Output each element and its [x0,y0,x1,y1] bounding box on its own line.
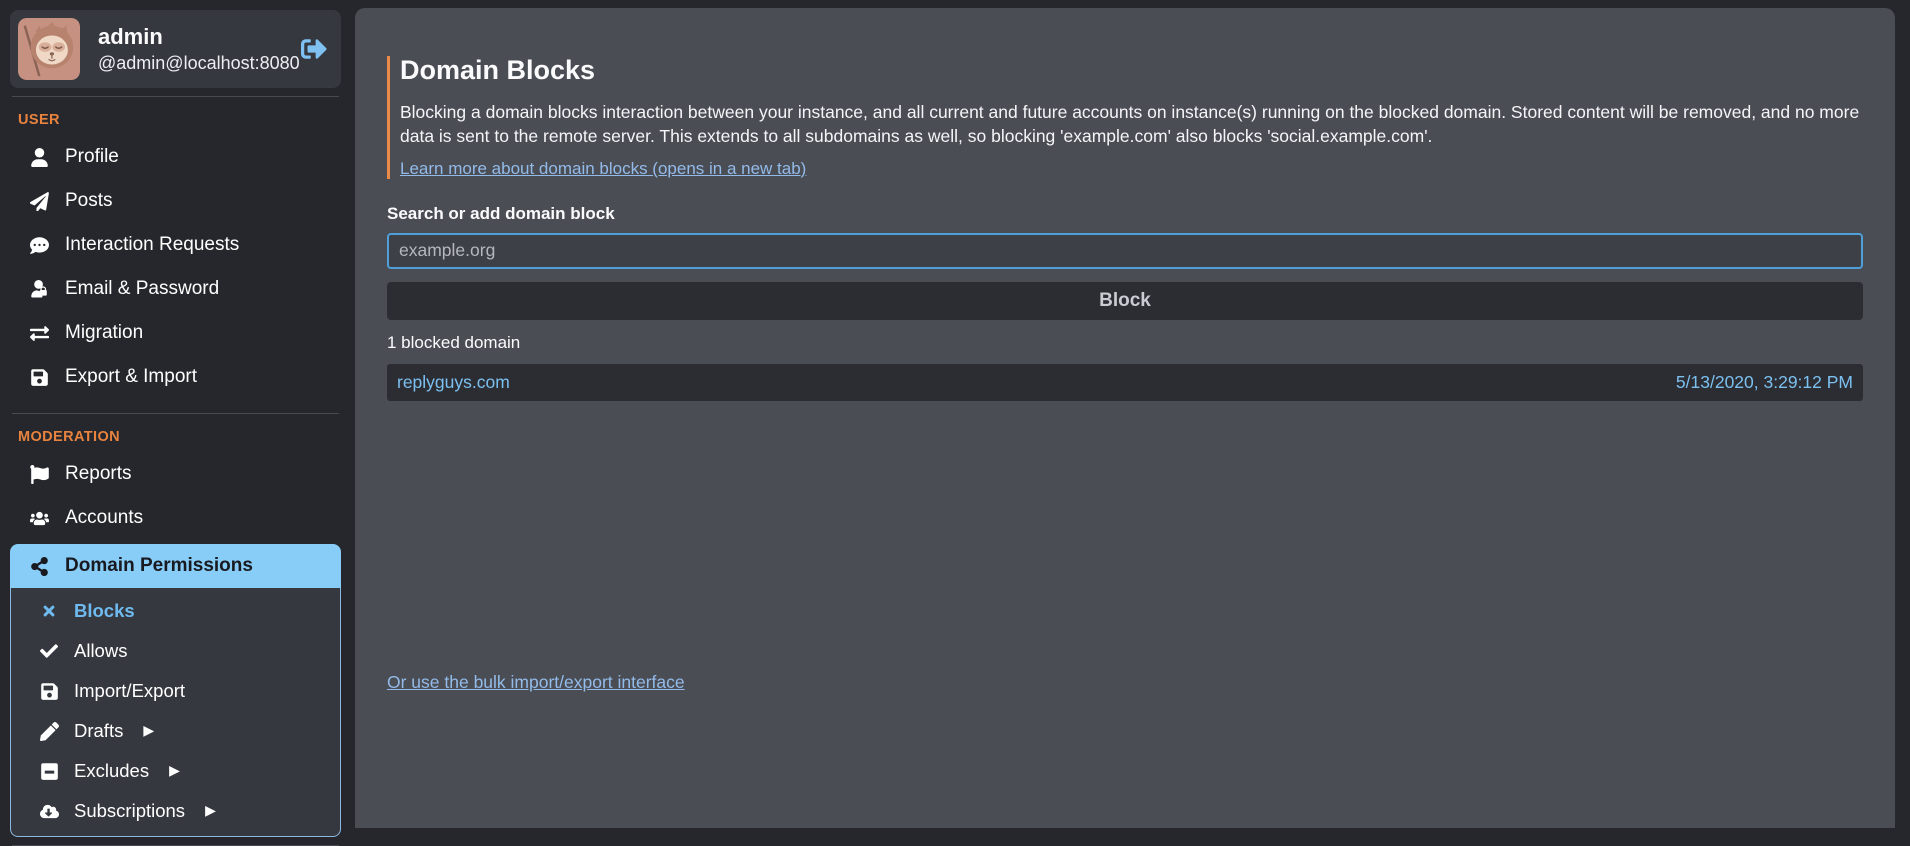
expand-arrow-icon: ▶ [169,763,180,779]
page-title: Domain Blocks [400,56,1863,86]
sidebar-item-label: Migration [65,322,143,344]
user-icon [28,147,50,167]
floppy-disk-icon [38,681,60,701]
sidebar-subitem-label: Blocks [74,600,135,622]
floppy-disk-icon [28,367,50,387]
blocked-domain-name[interactable]: replyguys.com [397,372,510,393]
settings-sidebar: admin @admin@localhost:8080 USER Profile… [0,0,355,828]
user-info: admin @admin@localhost:8080 [98,24,283,74]
bulk-link-wrap: Or use the bulk import/export interface [387,672,685,693]
logout-button[interactable] [301,36,327,62]
check-icon [38,641,60,661]
domain-blocks-panel: Domain Blocks Blocking a domain blocks i… [355,8,1895,828]
sidebar-subitem-subscriptions[interactable]: Subscriptions ▶ [11,791,340,831]
sidebar-item-accounts[interactable]: Accounts [10,496,341,540]
blocked-domain-row[interactable]: replyguys.com 5/13/2020, 3:29:12 PM [387,364,1863,401]
sidebar-item-label: Profile [65,146,119,168]
sidebar-item-posts[interactable]: Posts [10,179,341,223]
user-name: admin [98,24,283,50]
sidebar-subitem-label: Allows [74,640,127,662]
pencil-icon [38,721,60,741]
sidebar-subitem-import-export[interactable]: Import/Export [11,671,340,711]
sidebar-item-label: Export & Import [65,366,197,388]
sidebar-item-profile[interactable]: Profile [10,135,341,179]
sloth-avatar-image [18,18,80,80]
sidebar-subitem-label: Import/Export [74,680,185,702]
sidebar-item-domain-permissions[interactable]: Domain Permissions [10,544,341,588]
learn-more-link[interactable]: Learn more about domain blocks (opens in… [400,159,806,178]
block-button[interactable]: Block [387,282,1863,320]
cloud-download-icon [38,801,60,821]
divider [12,413,339,414]
sidebar-item-label: Reports [65,463,132,485]
sidebar-item-migration[interactable]: Migration [10,311,341,355]
user-lock-icon [28,279,50,299]
sidebar-subitem-label: Drafts [74,720,123,742]
page-description: Blocking a domain blocks interaction bet… [400,100,1863,148]
avatar [18,18,80,80]
sidebar-item-label: Domain Permissions [65,555,253,577]
domain-permissions-submenu: Blocks Allows Import/Export Drafts ▶ [10,588,341,837]
sidebar-item-label: Email & Password [65,278,219,300]
sidebar-subitem-drafts[interactable]: Drafts ▶ [11,711,340,751]
user-handle: @admin@localhost:8080 [98,53,283,74]
sidebar-subitem-label: Subscriptions [74,800,185,822]
sidebar-item-interaction-requests[interactable]: Interaction Requests [10,223,341,267]
comment-dots-icon [28,235,50,255]
section-header-moderation: MODERATION [18,429,341,445]
sidebar-item-reports[interactable]: Reports [10,452,341,496]
search-label: Search or add domain block [387,204,1863,224]
expand-arrow-icon: ▶ [205,803,216,819]
domain-search-input[interactable] [387,233,1863,269]
sidebar-item-label: Interaction Requests [65,234,239,256]
sidebar-subitem-blocks[interactable]: Blocks [11,591,340,631]
sidebar-subitem-allows[interactable]: Allows [11,631,340,671]
section-header-user: USER [18,112,341,128]
sign-out-icon [301,36,327,62]
x-icon [38,601,60,621]
blocked-domain-date: 5/13/2020, 3:29:12 PM [1676,372,1853,393]
sidebar-subitem-label: Excludes [74,760,149,782]
domain-block-form: Search or add domain block Block [387,204,1863,320]
share-nodes-icon [28,556,50,576]
sidebar-item-label: Accounts [65,507,143,529]
sidebar-item-label: Posts [65,190,113,212]
user-card: admin @admin@localhost:8080 [10,10,341,88]
sidebar-subitem-excludes[interactable]: Excludes ▶ [11,751,340,791]
sidebar-item-email-password[interactable]: Email & Password [10,267,341,311]
users-icon [28,508,50,528]
flag-icon [28,464,50,484]
page-header: Domain Blocks Blocking a domain blocks i… [387,56,1863,179]
bulk-import-export-link[interactable]: Or use the bulk import/export interface [387,672,685,692]
blocked-domain-count: 1 blocked domain [387,333,1863,353]
expand-arrow-icon: ▶ [143,723,154,739]
minus-square-icon [38,761,60,781]
divider [12,96,339,97]
exchange-arrows-icon [28,323,50,343]
sidebar-item-export-import[interactable]: Export & Import [10,355,341,399]
paper-plane-icon [28,191,50,211]
